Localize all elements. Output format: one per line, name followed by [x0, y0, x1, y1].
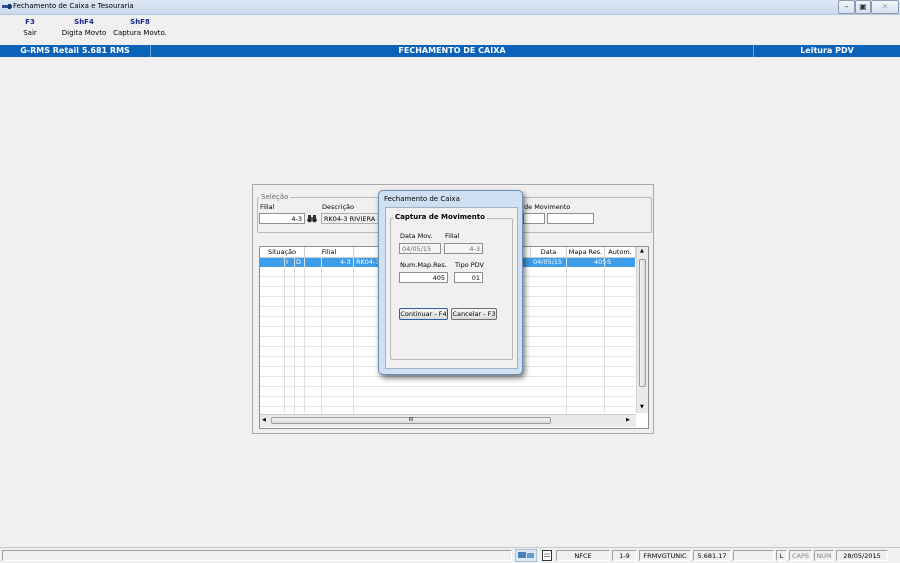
app-icon: [2, 4, 12, 9]
dialog-filial-label: Filial: [445, 232, 460, 240]
grid-column-line: [294, 258, 295, 413]
status-bar: NFCE 1-9 FRMVGTUNIC 5.681.17 L CAPS NUM …: [0, 547, 900, 563]
fkey-code: ShF4: [74, 18, 94, 26]
module-header: G-RMS Retail 5.681 RMS FECHAMENTO DE CAI…: [0, 45, 900, 57]
scroll-down-icon[interactable]: ▼: [640, 404, 644, 410]
col-header-autom[interactable]: Autom.: [605, 247, 636, 258]
status-date: 28/05/2015: [836, 550, 888, 561]
num-map-field[interactable]: 405: [399, 272, 448, 283]
continue-button[interactable]: Continuar - F4: [399, 308, 448, 320]
dialog-filial-field: 4-3: [444, 243, 483, 254]
vertical-scrollbar[interactable]: ▲ ▼: [636, 247, 648, 413]
horizontal-scroll-thumb[interactable]: III: [271, 417, 551, 424]
num-map-label: Num.Map.Res.: [400, 261, 447, 269]
network-icon: [515, 549, 537, 562]
close-button[interactable]: ✕: [871, 0, 899, 14]
descricao-label: Descrição: [322, 203, 354, 211]
filial-label: Filial: [260, 203, 275, 211]
scroll-right-icon[interactable]: ▶: [626, 417, 630, 423]
scroll-left-icon[interactable]: ◀: [262, 417, 266, 423]
col-header-data[interactable]: Data: [531, 247, 567, 258]
fkey-label: Captura Movto.: [113, 29, 167, 37]
grid-column-line: [284, 258, 285, 413]
tipo-pdv-field[interactable]: 01: [454, 272, 483, 283]
grid-column-line: [353, 258, 354, 413]
cell-data: 04/05/15: [533, 258, 563, 266]
status-nfce: NFCE: [556, 550, 610, 561]
grid-column-line: [321, 258, 322, 413]
vertical-scroll-thumb[interactable]: [639, 259, 646, 387]
status-program: FRMVGTUNIC: [639, 550, 691, 561]
fkey-code: ShF8: [130, 18, 150, 26]
scroll-up-icon[interactable]: ▲: [640, 248, 644, 254]
screen-mode: Leitura PDV: [800, 46, 854, 55]
movimento-end-field[interactable]: [547, 213, 594, 224]
movimento-label: de Movimento: [524, 203, 571, 211]
data-mov-field: 04/05/15: [399, 243, 441, 254]
status-caps: CAPS: [789, 550, 812, 561]
fkey-captura-movto[interactable]: ShF8 Captura Movto.: [110, 18, 170, 37]
cell-situacao-1: I: [286, 258, 288, 266]
document-icon: [542, 550, 552, 561]
grid-column-line: [304, 258, 305, 413]
window-title: Fechamento de Caixa e Tesouraria: [13, 2, 134, 10]
selection-legend: Seleção: [259, 193, 291, 201]
data-mov-label: Data Mov.: [400, 232, 433, 240]
screen-title: FECHAMENTO DE CAIXA: [398, 46, 506, 55]
product-version: G-RMS Retail 5.681 RMS: [20, 46, 130, 55]
descricao-field: RK04-3 RIVIERA B: [321, 213, 381, 224]
title-bar: Fechamento de Caixa e Tesouraria – ▣ ✕: [0, 0, 900, 15]
cell-autom: S: [607, 258, 612, 266]
tipo-pdv-label: Tipo PDV: [455, 261, 485, 269]
cell-filial: 4-3: [340, 258, 351, 266]
fkey-digita-movto[interactable]: ShF4 Digita Movto: [54, 18, 114, 37]
fkey-label: Digita Movto: [61, 29, 107, 37]
grid-column-line: [566, 258, 567, 413]
cancel-button[interactable]: Cancelar - F3: [451, 308, 497, 320]
status-version: 5.681.17: [693, 550, 731, 561]
restore-button[interactable]: ▣: [855, 0, 871, 14]
status-page: 1-9: [612, 550, 637, 561]
capture-group-legend: Captura de Movimento: [393, 213, 487, 221]
dialog-body: Captura de Movimento Data Mov. Filial 04…: [385, 207, 518, 369]
movimento-start-field[interactable]: [523, 213, 545, 224]
status-num: NUM: [814, 550, 834, 561]
fkey-sair[interactable]: F3 Sair: [0, 18, 60, 37]
filial-field[interactable]: 4-3: [259, 213, 305, 224]
status-message: [2, 550, 512, 561]
fkey-label: Sair: [23, 29, 37, 37]
col-header-mapa[interactable]: Mapa Res.: [567, 247, 605, 258]
fkey-code: F3: [25, 18, 35, 26]
minimize-button[interactable]: –: [838, 0, 855, 14]
col-header-situacao[interactable]: Situação: [260, 247, 305, 258]
status-l: L: [776, 550, 787, 561]
horizontal-scrollbar[interactable]: ◀ III ▶: [260, 414, 636, 427]
dialog-title: Fechamento de Caixa: [384, 195, 460, 203]
grid-column-line: [604, 258, 605, 413]
col-header-filial[interactable]: Filial: [305, 247, 354, 258]
cell-situacao-2: D: [296, 258, 302, 266]
binoculars-icon[interactable]: [307, 214, 317, 223]
capture-dialog: Fechamento de Caixa Captura de Movimento…: [378, 190, 523, 375]
status-empty: [733, 550, 774, 561]
